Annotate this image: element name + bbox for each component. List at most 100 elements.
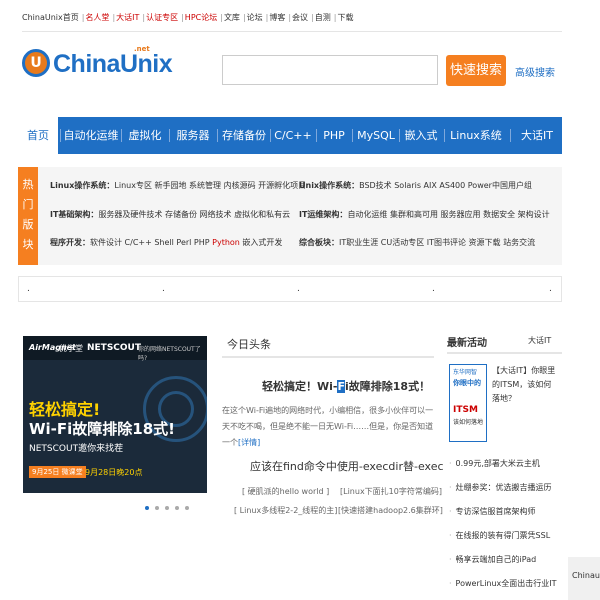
nav-separator — [352, 129, 353, 142]
headline-sub-link[interactable]: [快速搭建hadoop2.6集群环] — [338, 505, 443, 516]
logo-mark-icon: U — [22, 49, 50, 77]
nav-item[interactable]: 存储备份 — [219, 117, 269, 154]
headline-main-part2: i故障排除18式！ — [345, 380, 431, 393]
hot-row[interactable]: IT运维架构：自动化运维 集群和高可用 服务器应用 数据安全 架构设计 — [299, 209, 550, 220]
top-divider — [22, 31, 562, 32]
activity-list-text: 灶绷参奖：优选搬吉播运历 — [455, 483, 552, 492]
dot-link[interactable]: . — [27, 284, 30, 294]
hot-row[interactable]: Unix操作系统：BSD技术 Solaris AIX AS400 Power中国… — [299, 180, 532, 191]
activity-desc-link[interactable]: 【大话IT】你眼里的ITSM，该如何落地？ — [492, 364, 556, 406]
activity-list-item[interactable]: · 0.99元,部署大米云主机 — [449, 456, 557, 480]
top-link[interactable]: 文库 — [224, 13, 240, 22]
top-link-separator: | — [265, 13, 269, 22]
top-link-separator: | — [142, 13, 146, 22]
nav-separator — [169, 129, 170, 142]
top-link[interactable]: 博客 — [269, 13, 285, 22]
hot-row-items[interactable]: 自动化运维 集群和高可用 服务器应用 数据安全 架构设计 — [347, 210, 549, 219]
hot-row-items[interactable]: IT职业生涯 CU活动专区 IT图书评论 资源下载 站务交流 — [339, 238, 535, 247]
hot-row-items[interactable]: 软件设计 C/C++ Shell Perl PHP — [90, 238, 212, 247]
dot-link[interactable]: . — [297, 284, 300, 294]
nav-item[interactable]: Linux系统 — [446, 117, 506, 154]
slider-pager — [145, 503, 195, 513]
hot-row[interactable]: Linux操作系统：Linux专区 新手园地 系统管理 内核源码 开源孵化项目 — [50, 180, 306, 191]
main-nav: 首页 自动化运维 虚拟化 服务器 存储备份 C/C++ PHP MySQL 嵌入式 Linux系统… — [18, 117, 562, 154]
top-link[interactable]: 认证专区 — [146, 13, 178, 22]
hot-row-items-after[interactable]: 嵌入式开发 — [240, 238, 282, 247]
bullet-icon: · — [449, 579, 452, 588]
top-link[interactable]: 论坛 — [247, 13, 263, 22]
hot-row-title: 综合板块： — [299, 238, 339, 247]
headline-more-link[interactable]: [详情] — [238, 438, 260, 447]
bullet-icon: · — [449, 531, 452, 540]
hot-row-title: 程序开发： — [50, 238, 90, 247]
activity-list-item[interactable]: · 灶绷参奖：优选搬吉播运历 — [449, 480, 557, 504]
top-link[interactable]: 会议 — [292, 13, 308, 22]
activity-list-item[interactable]: · 在线报的装有得门票凭SSL — [449, 528, 557, 552]
hot-link-python[interactable]: Python — [212, 238, 240, 247]
headline-sub-link[interactable]: [Linux下面扎10字符常编码] — [340, 486, 442, 497]
dot-link[interactable]: . — [549, 284, 552, 294]
nav-item[interactable]: 大话IT — [512, 117, 562, 154]
hot-row[interactable]: 程序开发：软件设计 C/C++ Shell Perl PHP Python 嵌入… — [50, 237, 282, 248]
hot-row-title: IT基础架构： — [50, 210, 99, 219]
search-button[interactable]: 快速搜索 — [446, 55, 506, 86]
activity-image[interactable]: 东华网智 你眼中的 ITSM 该如何落地 — [449, 364, 487, 442]
bullet-icon: · — [449, 483, 452, 492]
dot-link[interactable]: . — [432, 284, 435, 294]
logo-net: .net — [134, 45, 150, 53]
slider-page-dot[interactable] — [185, 506, 189, 510]
headline-sub-link[interactable]: [ 硬肌派的hello world ] — [242, 486, 329, 497]
top-links-bar: ChinaUnix首页 |名人堂 |大话IT |认证专区 |HPC论坛 |文库 |论坛 |博客… — [22, 7, 355, 29]
nav-item[interactable]: 自动化运维 — [62, 117, 120, 154]
dot-link[interactable]: . — [162, 284, 165, 294]
slider-brand-slogan: 你的网络NETSCOUT了吗? — [138, 346, 201, 362]
activity-list-item[interactable]: · 专访深信服首席架构师 — [449, 504, 557, 528]
slider-date-tag: 9月25日 微课堂 — [29, 466, 86, 478]
nav-item[interactable]: 虚拟化 — [123, 117, 167, 154]
activity-more-link[interactable]: 大话IT — [528, 335, 551, 346]
hot-row-title: Linux操作系统： — [50, 181, 115, 190]
promo-slider[interactable]: AirMagnet 优学堂 NETSCOUT 你的网络NETSCOUT了吗? 轻… — [23, 336, 207, 493]
nav-separator — [399, 129, 400, 142]
slider-page-dot[interactable] — [165, 506, 169, 510]
top-link[interactable]: 大话IT — [116, 13, 139, 22]
nav-separator — [270, 129, 271, 142]
side-float-tab[interactable]: Chinaunix — [568, 557, 600, 600]
top-link-separator: | — [242, 13, 246, 22]
advanced-search-link[interactable]: 高级搜索 — [515, 64, 555, 79]
search-input[interactable] — [222, 55, 438, 85]
top-link[interactable]: 下载 — [337, 13, 353, 22]
top-link[interactable]: ChinaUnix首页 — [22, 13, 79, 22]
headline-second-link[interactable]: 应该在find命令中使用-execdir替-exec — [250, 458, 444, 474]
hot-row-items[interactable]: BSD技术 Solaris AIX AS400 Power中国用户组 — [359, 181, 532, 190]
top-link[interactable]: 名人堂 — [85, 13, 109, 22]
site-logo[interactable]: U ChinaUnix .net — [22, 45, 173, 95]
activity-list-text: PowerLinux全面出击行业IT — [455, 579, 557, 588]
nav-item[interactable]: 嵌入式 — [401, 117, 441, 154]
bullet-icon: · — [449, 459, 452, 468]
nav-item[interactable]: C/C++ — [272, 117, 314, 154]
slider-page-dot[interactable] — [175, 506, 179, 510]
nav-item[interactable]: 服务器 — [171, 117, 215, 154]
slider-date: 9月28日晚20点 — [85, 468, 143, 477]
hot-row[interactable]: IT基础架构：服务器及硬件技术 存储备份 网络技术 虚拟化和私有云 — [50, 209, 290, 220]
nav-item[interactable]: PHP — [318, 117, 350, 154]
slider-page-dot[interactable] — [145, 506, 149, 510]
top-link-separator: | — [220, 13, 223, 22]
slider-brand-youxuetang: 优学堂 — [59, 344, 83, 353]
top-link[interactable]: HPC论坛 — [185, 13, 217, 22]
activity-list-text: 在线报的装有得门票凭SSL — [455, 531, 551, 540]
hot-row-items[interactable]: 服务器及硬件技术 存储备份 网络技术 虚拟化和私有云 — [98, 210, 290, 219]
hot-row[interactable]: 综合板块：IT职业生涯 CU活动专区 IT图书评论 资源下载 站务交流 — [299, 237, 535, 248]
activity-list-item[interactable]: · 畅享云端加自己的iPad — [449, 552, 557, 576]
nav-item[interactable]: MySQL — [354, 117, 398, 154]
slider-page-dot[interactable] — [155, 506, 159, 510]
top-link-separator: | — [181, 13, 184, 22]
headline-main-link[interactable]: 轻松搞定！Wi-Fi故障排除18式！ — [262, 378, 430, 394]
top-link[interactable]: 自测 — [315, 13, 331, 22]
activity-list-item[interactable]: · PowerLinux全面出击行业IT — [449, 576, 557, 600]
hot-row-items[interactable]: Linux专区 新手园地 系统管理 内核源码 开源孵化项目 — [114, 181, 306, 190]
headline-sub-link[interactable]: [ Linux多线程2-2_线程的主] — [234, 505, 337, 516]
nav-item[interactable]: 首页 — [18, 117, 58, 154]
top-link-separator: | — [311, 13, 314, 22]
